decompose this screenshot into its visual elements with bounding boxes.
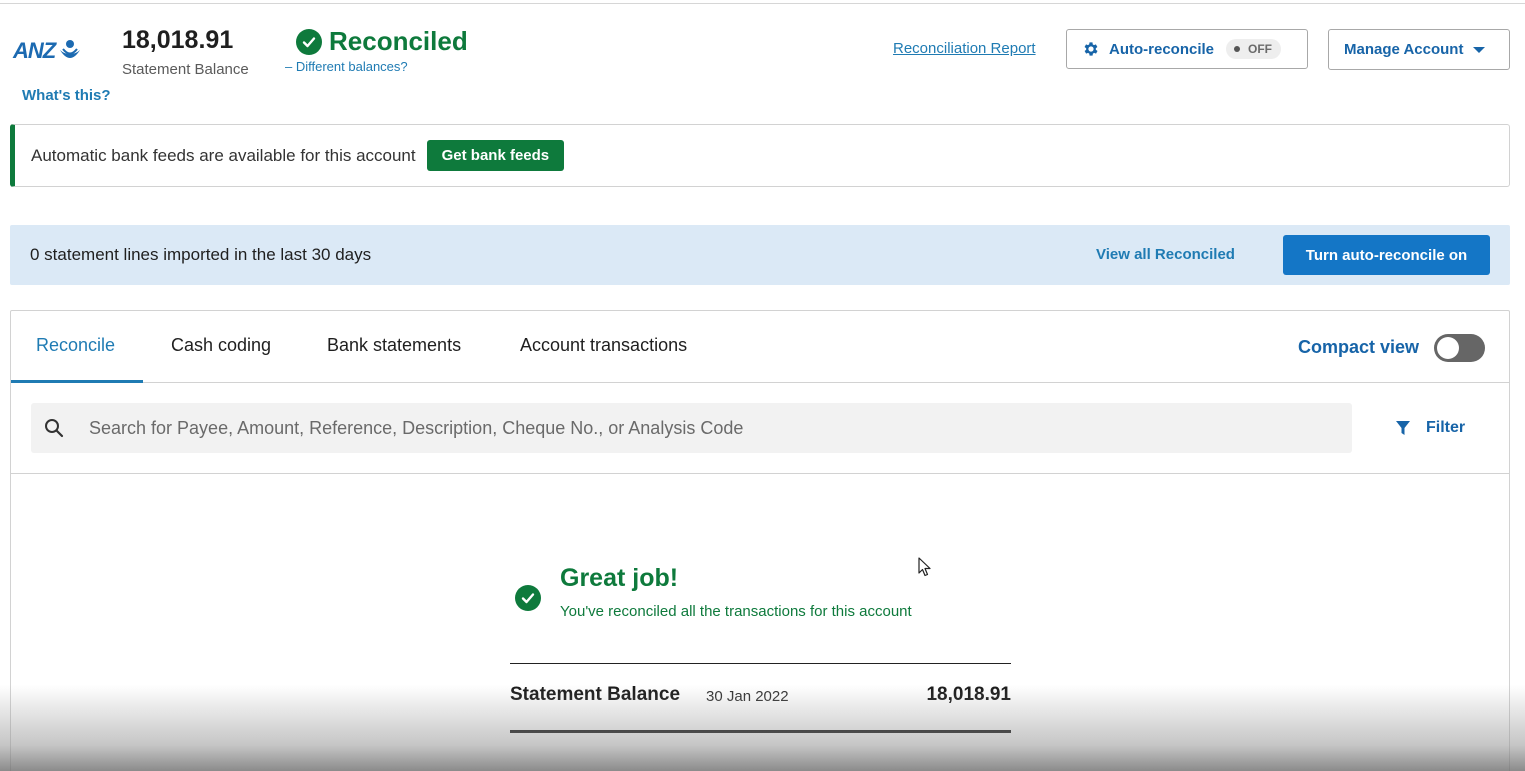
different-balances-dash: –	[285, 59, 293, 74]
check-circle-icon	[296, 28, 322, 55]
statement-balance-value: 18,018.91	[122, 26, 234, 54]
turn-auto-reconcile-on-button[interactable]: Turn auto-reconcile on	[1283, 235, 1490, 275]
filter-button[interactable]: Filter	[1396, 419, 1465, 437]
search-row: Filter	[11, 383, 1509, 474]
view-all-reconciled-link[interactable]: View all Reconciled	[1096, 246, 1235, 263]
import-info-bar: 0 statement lines imported in the last 3…	[10, 225, 1510, 285]
tab-bar: Reconcile Cash coding Bank statements Ac…	[11, 311, 1509, 383]
tab-account-transactions[interactable]: Account transactions	[520, 335, 687, 356]
filter-icon	[1396, 420, 1410, 435]
auto-reconcile-state-text: OFF	[1248, 42, 1273, 56]
bank-feeds-banner: Automatic bank feeds are available for t…	[10, 124, 1510, 187]
different-balances: – Different balances?	[285, 59, 408, 74]
toggle-knob	[1437, 337, 1459, 359]
summary-balance-label: Statement Balance	[510, 684, 681, 705]
auto-reconcile-button[interactable]: Auto-reconcile OFF	[1066, 29, 1308, 69]
chevron-down-icon	[1473, 46, 1486, 53]
balance-top-divider	[510, 663, 1011, 664]
reconciled-status: Reconciled	[296, 26, 468, 57]
auto-reconcile-state-badge: OFF	[1226, 39, 1282, 59]
manage-account-label: Manage Account	[1344, 41, 1464, 58]
different-balances-link[interactable]: Different balances?	[296, 59, 408, 74]
anz-logo-text: ANZ	[13, 38, 56, 63]
top-divider	[0, 3, 1525, 4]
check-circle-icon	[515, 585, 541, 611]
import-info-text: 0 statement lines imported in the last 3…	[30, 245, 372, 264]
tab-cash-coding[interactable]: Cash coding	[171, 335, 271, 356]
summary-balance-date: 30 Jan 2022	[706, 688, 789, 705]
filter-label: Filter	[1426, 419, 1466, 436]
compact-view-label[interactable]: Compact view	[1298, 337, 1419, 358]
reconcile-panel: Reconcile Cash coding Bank statements Ac…	[10, 310, 1510, 771]
tab-bank-statements[interactable]: Bank statements	[327, 335, 461, 356]
search-input[interactable]	[89, 417, 1339, 439]
bank-feeds-text: Automatic bank feeds are available for t…	[31, 145, 416, 165]
reconciled-status-text: Reconciled	[329, 26, 468, 56]
statement-balance-label: Statement Balance	[122, 61, 249, 78]
search-box	[31, 403, 1352, 453]
great-job-title: Great job!	[560, 564, 679, 592]
mouse-cursor-icon	[918, 557, 931, 577]
balance-bottom-divider	[510, 730, 1011, 733]
great-job-subtitle: You've reconciled all the transactions f…	[560, 603, 912, 620]
auto-reconcile-label: Auto-reconcile	[1109, 40, 1215, 58]
compact-view-toggle[interactable]	[1434, 334, 1485, 362]
manage-account-button[interactable]: Manage Account	[1328, 29, 1510, 70]
anz-logo-icon	[60, 40, 81, 58]
status-dot-icon	[1234, 46, 1241, 52]
search-icon	[45, 419, 64, 438]
summary-balance-value: 18,018.91	[926, 684, 1011, 705]
reconciliation-report-link[interactable]: Reconciliation Report	[893, 40, 1036, 57]
tab-reconcile[interactable]: Reconcile	[36, 335, 115, 356]
gear-icon	[1084, 42, 1098, 56]
whats-this-link[interactable]: What's this?	[22, 87, 111, 104]
anz-logo: ANZ	[13, 36, 82, 66]
get-bank-feeds-button[interactable]: Get bank feeds	[426, 140, 565, 171]
